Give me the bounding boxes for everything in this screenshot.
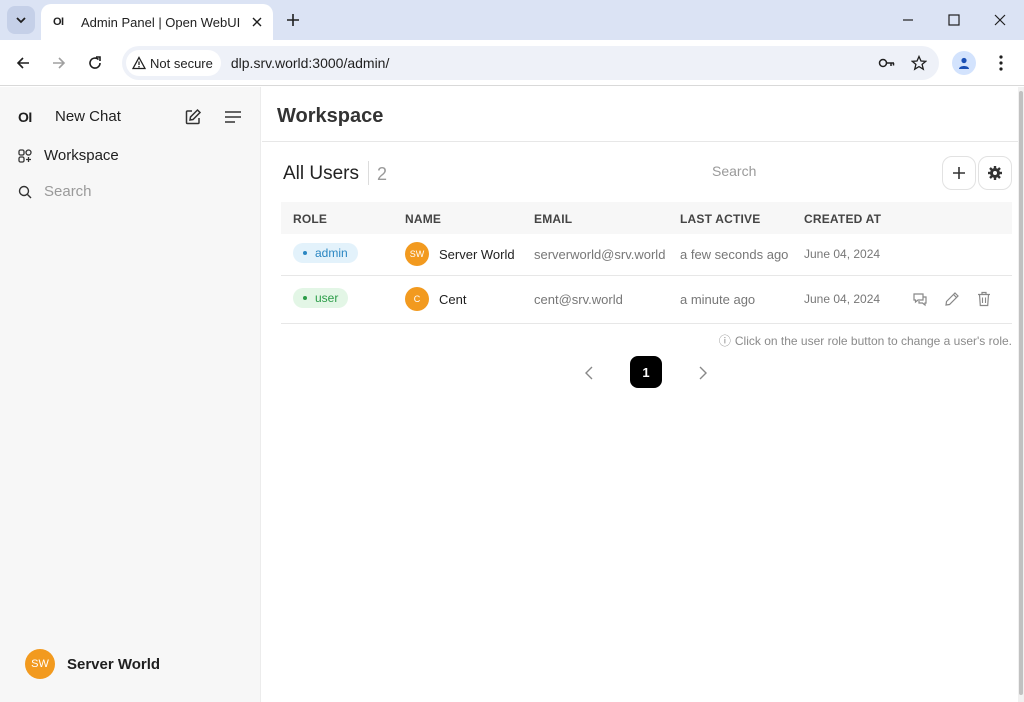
next-page-button[interactable]: [693, 363, 713, 383]
sidebar-item-workspace[interactable]: Workspace: [18, 147, 119, 164]
user-search-input[interactable]: [712, 163, 872, 179]
page-scrollbar[interactable]: [1018, 87, 1024, 702]
tab-close-icon[interactable]: [249, 14, 265, 30]
sidebar: OI New Chat Workspace Search SW Server W…: [0, 87, 261, 702]
user-menu-button[interactable]: SW Server World: [25, 649, 160, 679]
avatar: SW: [25, 649, 55, 679]
column-header-name[interactable]: NAME: [405, 212, 441, 226]
role-label: user: [315, 291, 339, 305]
maximize-icon: [948, 14, 960, 26]
divider: [368, 161, 369, 185]
avatar: C: [405, 287, 429, 311]
address-bar[interactable]: Not secure dlp.srv.world:3000/admin/: [122, 46, 939, 80]
table-row: user C Cent cent@srv.world a minute ago …: [281, 277, 1012, 324]
maximize-button[interactable]: [942, 8, 966, 32]
url-text[interactable]: dlp.srv.world:3000/admin/: [231, 55, 875, 71]
close-icon: [994, 14, 1006, 26]
scrollbar-thumb[interactable]: [1019, 91, 1023, 695]
sidebar-search-placeholder: Search: [44, 183, 92, 200]
new-chat-label: New Chat: [55, 108, 121, 125]
browser-tabstrip: OI Admin Panel | Open WebUI: [0, 0, 1024, 40]
user-name: Server World: [67, 655, 161, 673]
role-change-hint: ⓘ Click on the user role button to chang…: [719, 332, 1012, 349]
table-header: ROLE NAME EMAIL LAST ACTIVE CREATED AT: [281, 202, 1012, 234]
table-row: admin SW Server World serverworld@srv.wo…: [281, 232, 1012, 276]
bookmark-star-icon[interactable]: [907, 51, 931, 75]
status-dot: [303, 296, 307, 300]
chevron-right-icon: [699, 366, 707, 380]
reload-icon: [89, 56, 101, 69]
settings-button[interactable]: [978, 156, 1012, 190]
user-created-at: June 04, 2024: [804, 247, 881, 261]
user-email: serverworld@srv.world: [534, 247, 666, 262]
workspace-grid-icon: [18, 148, 32, 163]
warning-icon: [132, 56, 146, 70]
chevron-left-icon: [585, 366, 593, 380]
security-label: Not secure: [150, 55, 213, 71]
header-divider: [262, 141, 1018, 142]
user-last-active: a minute ago: [680, 292, 756, 307]
plus-icon: [953, 167, 965, 179]
forward-arrow-icon: [53, 57, 66, 69]
add-user-button[interactable]: [942, 156, 976, 190]
hint-text: Click on the user role button to change …: [734, 333, 1012, 348]
column-header-last-active[interactable]: LAST ACTIVE: [680, 212, 760, 226]
user-count: 2: [377, 164, 388, 184]
edit-icon[interactable]: [942, 289, 962, 309]
role-label: admin: [315, 246, 348, 260]
column-header-created-at[interactable]: CREATED AT: [804, 212, 881, 226]
column-header-role[interactable]: ROLE: [293, 212, 327, 226]
chevron-down-icon: [16, 17, 26, 24]
page-title: Workspace: [277, 105, 384, 127]
previous-page-button[interactable]: [579, 363, 599, 383]
workspace-label: Workspace: [44, 147, 119, 164]
profile-avatar-icon[interactable]: [952, 51, 976, 75]
current-page-button[interactable]: 1: [630, 356, 662, 388]
info-icon: ⓘ: [718, 334, 731, 348]
user-email: cent@srv.world: [534, 292, 623, 307]
new-tab-button[interactable]: [282, 9, 304, 31]
user-name: Cent: [439, 292, 467, 307]
back-arrow-icon: [16, 57, 29, 69]
close-window-button[interactable]: [988, 8, 1012, 32]
tab-favicon: OI: [53, 16, 64, 28]
role-badge-button[interactable]: user: [293, 288, 349, 308]
role-badge-button[interactable]: admin: [293, 243, 358, 263]
plus-icon: [287, 14, 299, 26]
back-button[interactable]: [11, 51, 35, 75]
user-created-at: June 04, 2024: [804, 292, 881, 306]
tab-title: Admin Panel | Open WebUI: [81, 14, 241, 30]
security-chip[interactable]: Not secure: [126, 50, 221, 76]
column-header-email[interactable]: EMAIL: [534, 212, 572, 226]
forward-button[interactable]: [47, 51, 71, 75]
user-name: Server World: [439, 247, 515, 262]
reload-button[interactable]: [83, 51, 107, 75]
new-chat-button[interactable]: OI New Chat: [18, 108, 121, 125]
gear-icon: [988, 166, 1002, 180]
trash-icon[interactable]: [974, 289, 994, 309]
compose-icon[interactable]: [182, 106, 204, 128]
browser-toolbar: Not secure dlp.srv.world:3000/admin/: [0, 40, 1024, 86]
avatar: SW: [405, 242, 429, 266]
sidebar-toggle-icon[interactable]: [222, 106, 244, 128]
search-icon: [18, 185, 32, 198]
password-key-icon[interactable]: [875, 51, 899, 75]
sidebar-search[interactable]: Search: [18, 183, 92, 200]
openwebui-logo: OI: [18, 108, 32, 125]
user-last-active: a few seconds ago: [680, 247, 789, 262]
browser-menu-icon[interactable]: [990, 51, 1012, 75]
minimize-button[interactable]: [896, 8, 920, 32]
browser-tab-active[interactable]: OI Admin Panel | Open WebUI: [41, 4, 273, 40]
minimize-icon: [903, 19, 913, 21]
section-title: All Users: [283, 163, 360, 184]
main-content: Workspace All Users 2 ROLE NAME EMAIL LA…: [262, 87, 1018, 702]
tab-search-button[interactable]: [7, 6, 35, 34]
status-dot: [303, 251, 307, 255]
chats-icon[interactable]: [910, 289, 930, 309]
